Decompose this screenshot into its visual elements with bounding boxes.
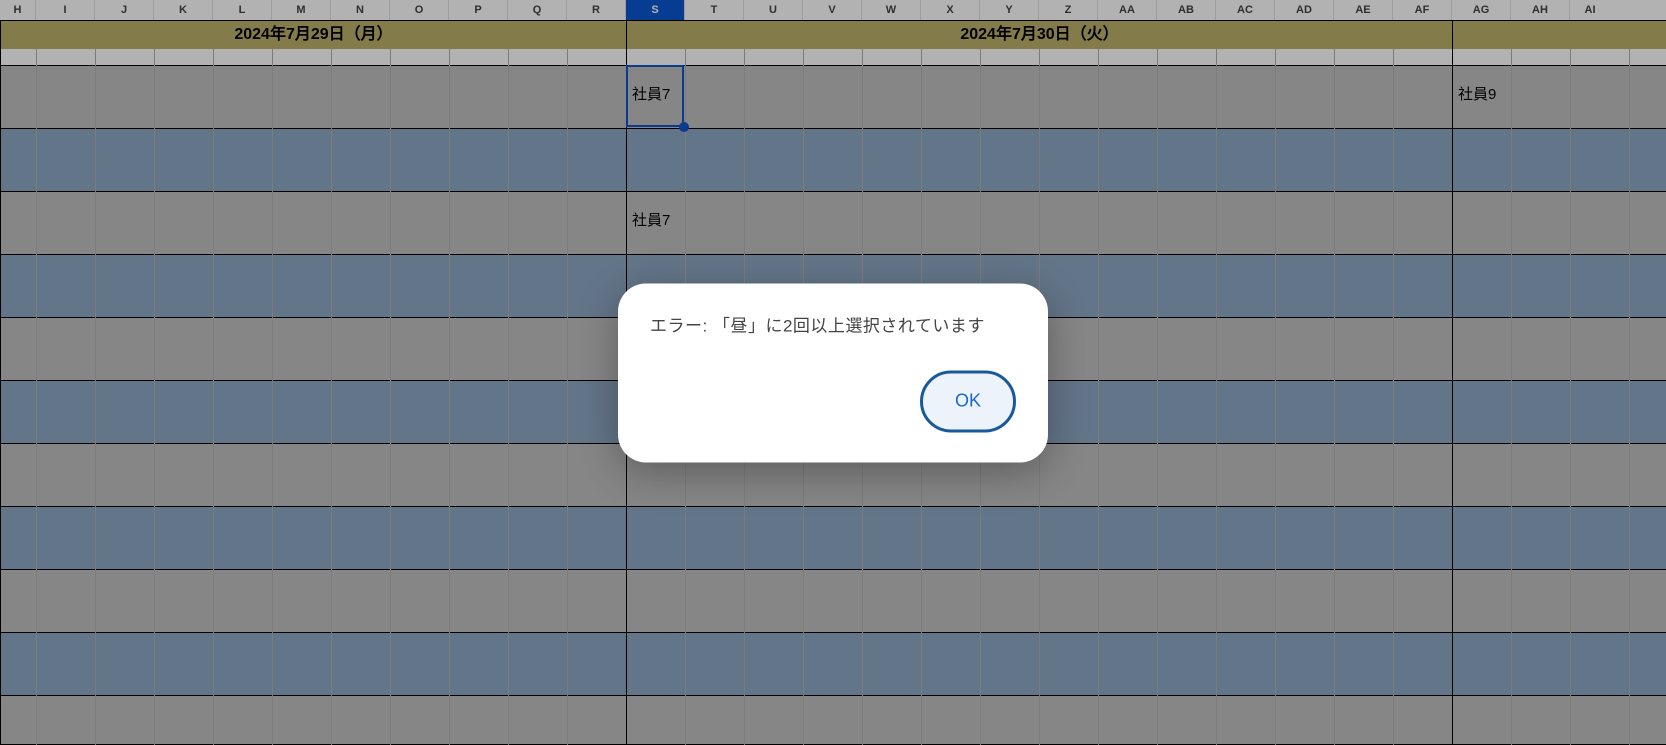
column-header-O[interactable]: O <box>390 0 449 20</box>
column-header-AB[interactable]: AB <box>1157 0 1216 20</box>
column-header-AC[interactable]: AC <box>1216 0 1275 20</box>
row-blue[interactable] <box>0 632 1666 695</box>
selected-cell[interactable] <box>626 65 684 127</box>
column-header-AH[interactable]: AH <box>1511 0 1570 20</box>
day-divider <box>0 20 1 745</box>
column-header-I[interactable]: I <box>36 0 95 20</box>
column-header-N[interactable]: N <box>331 0 390 20</box>
error-dialog: エラー: 「昼」に2回以上選択されています OK <box>618 283 1048 462</box>
row-grey[interactable] <box>0 695 1666 745</box>
cell-text: 社員7 <box>626 213 685 228</box>
column-header-V[interactable]: V <box>803 0 862 20</box>
date-header-blank <box>1453 21 1666 49</box>
error-message: エラー: 「昼」に2回以上選択されています <box>650 311 1016 336</box>
row-grey[interactable] <box>0 569 1666 632</box>
column-header-AA[interactable]: AA <box>1098 0 1157 20</box>
column-header-S[interactable]: S <box>626 0 685 20</box>
day-divider <box>1452 20 1453 745</box>
column-header-H[interactable]: H <box>0 0 36 20</box>
column-headers: HIJKLMNOPQRSTUVWXYZAAABACADAEAFAGAHAI <box>0 0 1666 20</box>
column-header-AD[interactable]: AD <box>1275 0 1334 20</box>
column-header-U[interactable]: U <box>744 0 803 20</box>
column-header-Q[interactable]: Q <box>508 0 567 20</box>
column-header-AE[interactable]: AE <box>1334 0 1393 20</box>
column-header-AG[interactable]: AG <box>1452 0 1511 20</box>
column-header-K[interactable]: K <box>154 0 213 20</box>
date-banner-row: 2024年7月29日（月）2024年7月30日（火） <box>0 20 1666 48</box>
date-header-0: 2024年7月29日（月） <box>1 21 627 49</box>
selection-handle[interactable] <box>679 122 689 132</box>
column-header-J[interactable]: J <box>95 0 154 20</box>
ok-button[interactable]: OK <box>920 370 1016 432</box>
column-header-W[interactable]: W <box>862 0 921 20</box>
cell-text: 社員9 <box>1452 87 1511 102</box>
column-header-Y[interactable]: Y <box>980 0 1039 20</box>
row-blue[interactable] <box>0 506 1666 569</box>
date-header-1: 2024年7月30日（火） <box>627 21 1453 49</box>
row-blue[interactable] <box>0 128 1666 191</box>
column-header-P[interactable]: P <box>449 0 508 20</box>
column-header-AF[interactable]: AF <box>1393 0 1452 20</box>
column-header-X[interactable]: X <box>921 0 980 20</box>
row-grey[interactable] <box>0 191 1666 254</box>
column-header-R[interactable]: R <box>567 0 626 20</box>
column-header-Z[interactable]: Z <box>1039 0 1098 20</box>
row-grey[interactable] <box>0 65 1666 128</box>
column-header-T[interactable]: T <box>685 0 744 20</box>
column-header-M[interactable]: M <box>272 0 331 20</box>
column-header-AI[interactable]: AI <box>1570 0 1610 20</box>
column-header-L[interactable]: L <box>213 0 272 20</box>
